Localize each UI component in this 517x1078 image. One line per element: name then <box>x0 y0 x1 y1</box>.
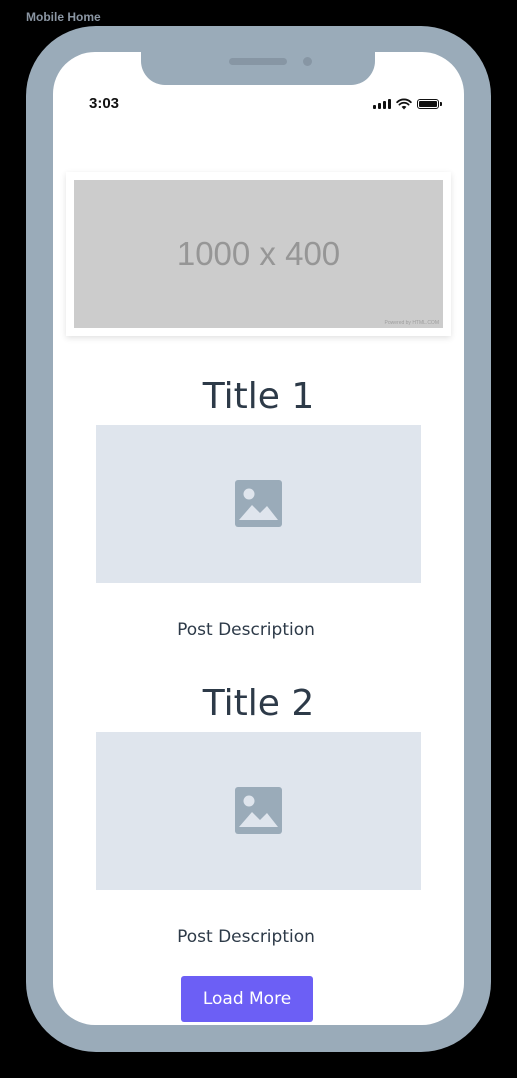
speaker-grille <box>229 58 287 65</box>
load-more-button[interactable]: Load More <box>181 976 313 1022</box>
canvas: Mobile Home 3:03 1000 x 400 Powered by H… <box>0 0 517 1078</box>
banner-placeholder-text: 1000 x 400 <box>176 235 341 272</box>
banner-card: 1000 x 400 Powered by HTML.COM <box>66 172 451 336</box>
banner-image: 1000 x 400 Powered by HTML.COM <box>74 180 443 328</box>
post-image[interactable] <box>96 732 421 890</box>
post-description: Post Description <box>177 620 315 640</box>
post-title: Title 1 <box>202 376 315 417</box>
post-image[interactable] <box>96 425 421 583</box>
signal-icon <box>373 99 391 109</box>
notch <box>141 52 375 85</box>
post-title: Title 2 <box>202 683 315 724</box>
post-description: Post Description <box>177 927 315 947</box>
status-time: 3:03 <box>89 95 120 112</box>
banner-credit: Powered by HTML.COM <box>384 320 439 326</box>
status-icons <box>373 97 442 111</box>
wifi-icon <box>396 98 412 110</box>
front-camera <box>303 57 312 66</box>
frame-label: Mobile Home <box>26 10 101 24</box>
device-frame: 3:03 1000 x 400 Powered by HTML.COM Titl… <box>26 26 491 1052</box>
phone-screen: 3:03 1000 x 400 Powered by HTML.COM Titl… <box>53 52 464 1025</box>
image-icon <box>235 787 282 834</box>
battery-icon <box>417 99 442 109</box>
image-icon <box>235 480 282 527</box>
